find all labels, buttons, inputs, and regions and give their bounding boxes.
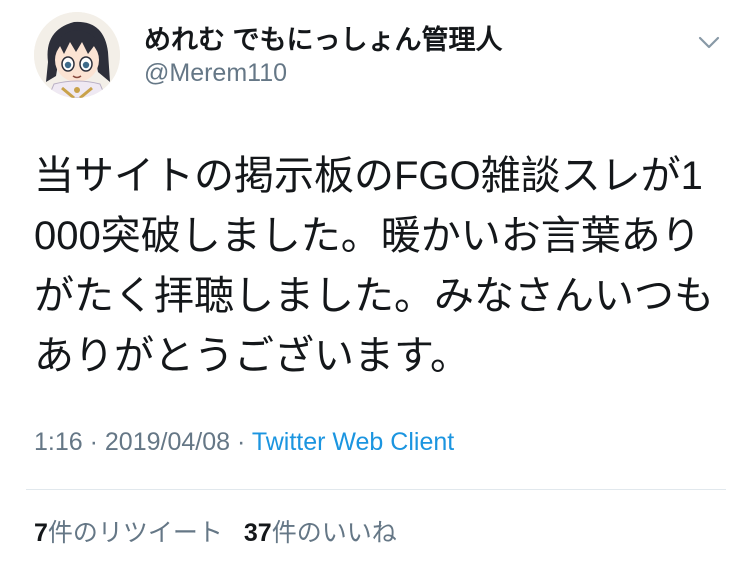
divider: [26, 489, 726, 490]
author-display-name[interactable]: めれむ でもにっしょん管理人: [144, 22, 503, 58]
likes-stat[interactable]: 37件のいいね: [244, 519, 397, 547]
meta-separator: ·: [236, 428, 246, 456]
tweet-time[interactable]: 1:16: [34, 428, 83, 456]
retweets-stat[interactable]: 7件のリツイート: [34, 519, 223, 547]
retweets-label: 件のリツイート: [47, 519, 223, 547]
retweets-count: 7: [34, 519, 48, 547]
tweet-card: めれむ でもにっしょん管理人 @Merem110 当サイトの掲示板のFGO雑談ス…: [0, 0, 750, 567]
tweet-date[interactable]: 2019/04/08: [105, 428, 230, 456]
tweet-stats: 7件のリツイート 37件のいいね: [34, 516, 411, 550]
tweet-meta: 1:16 · 2019/04/08 · Twitter Web Client: [34, 425, 454, 459]
tweet-source-link[interactable]: Twitter Web Client: [252, 428, 454, 456]
likes-count: 37: [243, 519, 272, 547]
chevron-down-icon: [698, 36, 720, 49]
author-handle[interactable]: @Merem110: [144, 56, 287, 90]
avatar[interactable]: [34, 12, 120, 98]
tweet-text: 当サイトの掲示板のFGO雑談スレが1000突破しました。暖かいお言葉ありがたく拝…: [34, 154, 714, 378]
tweet-menu-button[interactable]: [694, 30, 724, 54]
avatar-anime-character-icon: [34, 12, 120, 98]
likes-label: 件のいいね: [271, 519, 397, 547]
meta-separator: ·: [89, 428, 98, 456]
